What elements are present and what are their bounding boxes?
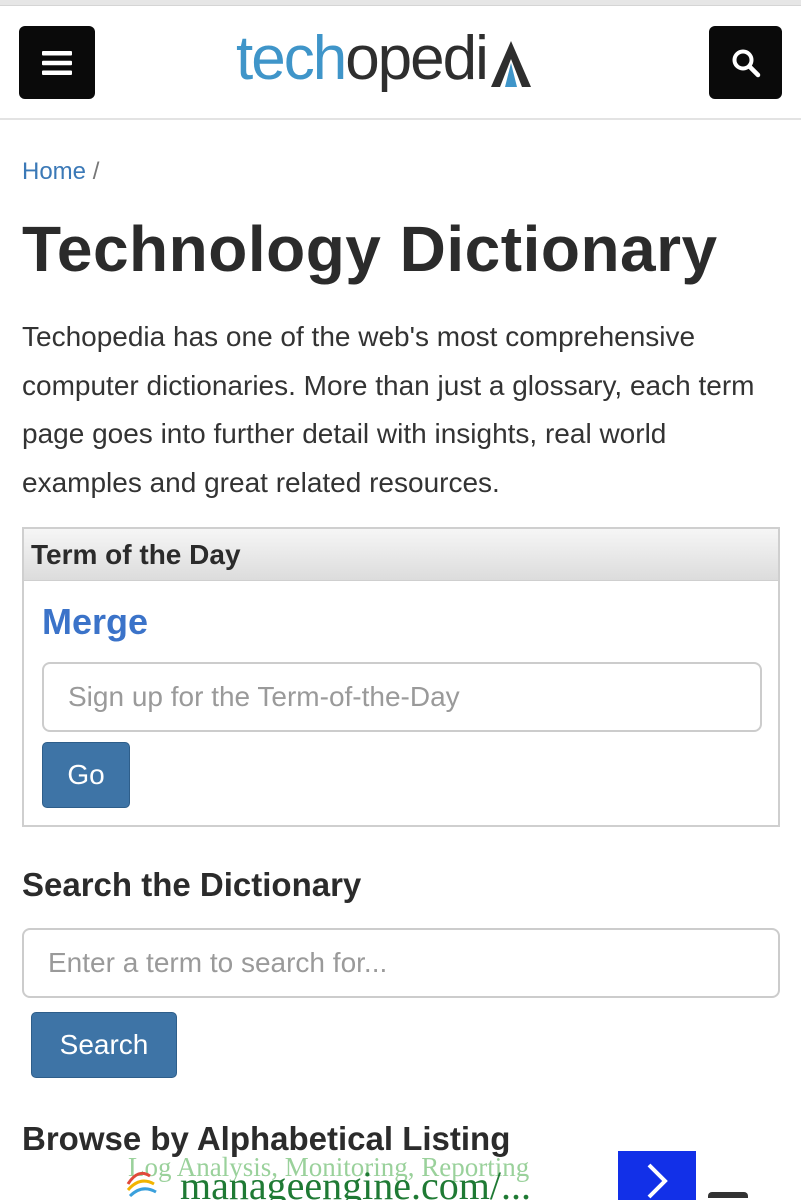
logo-text-i: i bbox=[475, 24, 489, 93]
menu-button[interactable] bbox=[19, 26, 95, 99]
go-button[interactable]: Go bbox=[42, 742, 130, 808]
breadcrumb-home-link[interactable]: Home bbox=[22, 158, 86, 185]
logo-text-rest: oped bbox=[345, 24, 477, 93]
dictionary-search-input[interactable] bbox=[22, 928, 780, 998]
term-of-the-day-heading: Term of the Day bbox=[24, 529, 778, 581]
search-icon bbox=[732, 49, 760, 77]
header-search-button[interactable] bbox=[709, 26, 782, 99]
search-dictionary-heading: Search the Dictionary bbox=[22, 866, 362, 903]
term-signup-input[interactable] bbox=[42, 662, 762, 732]
ad-open-button[interactable] bbox=[618, 1151, 696, 1200]
ad-banner[interactable]: Log Analysis, Monitoring, Reporting mana… bbox=[108, 1148, 801, 1200]
search-button[interactable]: Search bbox=[31, 1012, 177, 1078]
breadcrumb-separator: / bbox=[92, 158, 100, 185]
site-header: tech oped i bbox=[0, 6, 801, 120]
intro-paragraph: Techopedia has one of the web's most com… bbox=[22, 321, 755, 498]
term-of-the-day-link[interactable]: Merge bbox=[42, 601, 148, 643]
breadcrumb: Home / bbox=[22, 158, 99, 186]
manageengine-logo-icon bbox=[126, 1171, 157, 1198]
chevron-right-icon bbox=[647, 1163, 668, 1199]
ad-edge-mark bbox=[708, 1192, 748, 1200]
site-logo[interactable]: tech oped i bbox=[236, 24, 533, 104]
hamburger-icon bbox=[42, 50, 72, 75]
logo-text-tech: tech bbox=[236, 24, 347, 93]
logo-a-mark bbox=[490, 41, 531, 87]
term-of-the-day-box: Term of the Day Merge Go bbox=[22, 527, 780, 827]
ad-url: manageengine.com/... bbox=[180, 1163, 531, 1200]
page-title: Technology Dictionary bbox=[22, 213, 718, 285]
